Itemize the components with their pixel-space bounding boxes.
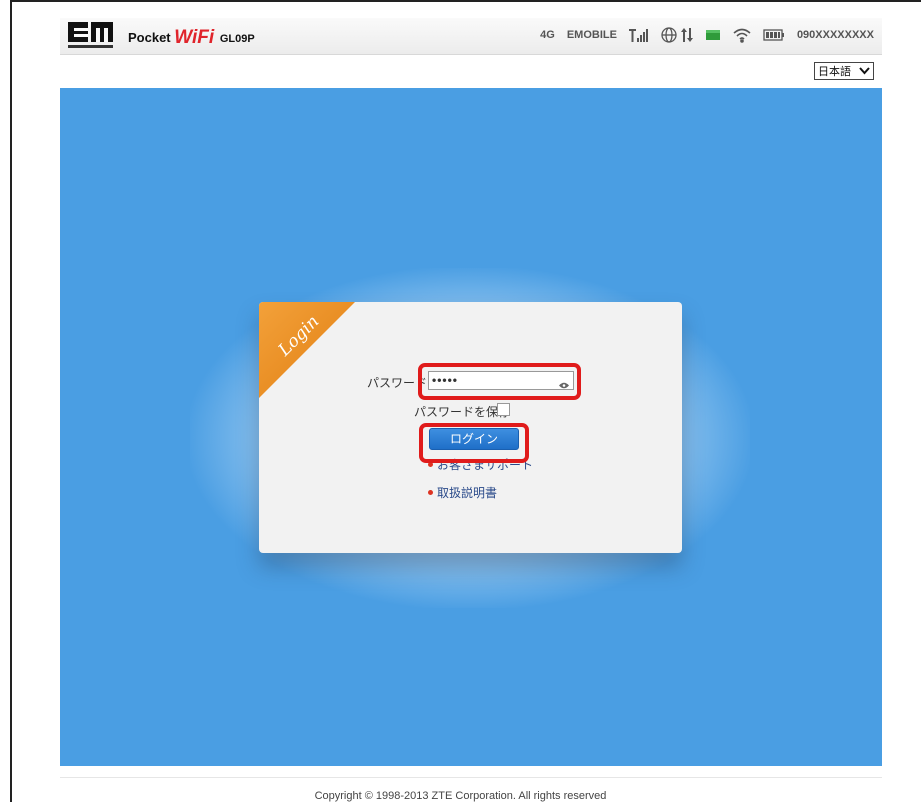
copyright-text: Copyright © 1998-2013 ZTE Corporation. A…	[314, 790, 607, 802]
globe-icon	[661, 27, 677, 43]
signal-icon	[628, 28, 649, 42]
footer-divider	[60, 777, 882, 778]
data-arrows-icon	[680, 28, 693, 42]
status-bar: 4G EMOBILE 090XXXXXXXX	[540, 27, 874, 43]
carrier-name: EMOBILE	[566, 29, 617, 41]
login-button-highlight-box	[419, 423, 529, 463]
brand-prefix: Pocket	[128, 30, 171, 45]
password-highlight-box	[418, 363, 581, 400]
bullet-icon	[428, 490, 433, 495]
manual-link[interactable]: 取扱説明書	[428, 484, 497, 501]
window-frame-left	[10, 0, 12, 802]
remember-password-label: パスワードを保存	[413, 405, 510, 419]
sim-icon	[705, 29, 721, 41]
network-type: 4G	[540, 29, 555, 41]
brand-title: Pocket WiFi GL09P	[128, 26, 255, 48]
remember-password-checkbox[interactable]	[497, 403, 510, 416]
language-selected: 日本語	[818, 66, 851, 78]
manual-link-label: 取扱説明書	[437, 486, 498, 500]
model-name: GL09P	[219, 33, 255, 45]
battery-icon	[763, 29, 785, 41]
phone-number: 090XXXXXXXX	[796, 29, 874, 41]
brand-wifi: WiFi	[174, 27, 215, 48]
language-select[interactable]: 日本語	[814, 62, 874, 80]
chevron-down-icon	[859, 66, 870, 79]
wifi-icon	[733, 28, 751, 43]
top-header: Pocket WiFi GL09P 4G EMOBILE 090XXXXXXXX	[60, 18, 882, 55]
emobile-logo	[66, 20, 116, 52]
window-frame-top	[10, 0, 921, 2]
